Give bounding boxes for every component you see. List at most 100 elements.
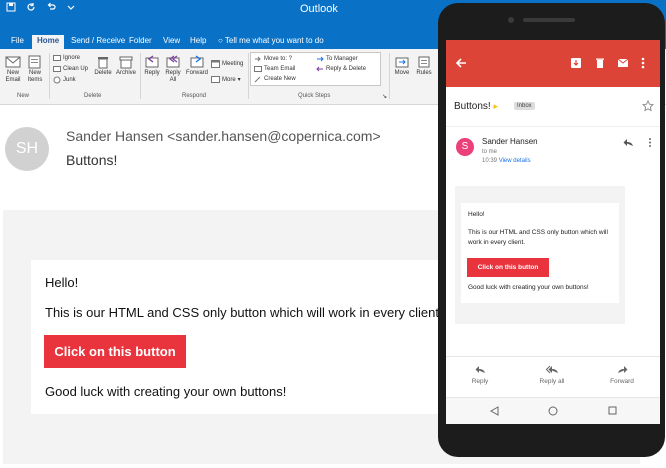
closing-text: Good luck with creating your own buttons…	[45, 384, 287, 399]
forward-icon	[190, 55, 204, 68]
junk-button[interactable]: Junk	[53, 76, 76, 84]
gmail-appbar	[446, 40, 660, 87]
rules-button[interactable]: Rules	[414, 55, 434, 77]
forward-icon	[617, 366, 627, 373]
back-arrow-icon[interactable]	[455, 57, 467, 69]
camera-icon	[508, 17, 514, 23]
reply-all-action[interactable]: Reply all	[522, 365, 582, 385]
reply-icon	[145, 55, 159, 68]
group-label-respond: Respond	[182, 93, 207, 99]
tab-home[interactable]: Home	[32, 35, 65, 49]
refresh-icon[interactable]	[24, 2, 38, 16]
divider	[446, 126, 660, 127]
archive-icon	[119, 56, 133, 69]
move-button[interactable]: Move	[392, 55, 412, 77]
email-content: Hello! This is our HTML and CSS only but…	[461, 203, 619, 303]
ribbon-divider	[248, 53, 249, 99]
trash-icon	[98, 57, 108, 69]
reply-icon	[475, 366, 485, 373]
reply-icon[interactable]	[623, 138, 634, 147]
body-text-line1: This is our HTML and CSS only button whi…	[468, 229, 608, 236]
overflow-menu-icon[interactable]	[648, 137, 652, 148]
clean-up-button[interactable]: Clean Up	[53, 65, 88, 73]
tab-folder[interactable]: Folder	[129, 36, 152, 45]
greeting-text: Hello!	[468, 211, 485, 218]
delete-button[interactable]: Delete	[93, 55, 113, 77]
quick-step-create-new[interactable]: Create New	[254, 75, 296, 83]
tab-file[interactable]: File	[11, 36, 24, 45]
group-label-new: New	[17, 93, 30, 99]
overflow-menu-icon[interactable]	[640, 57, 646, 69]
click-button[interactable]: Click on this button	[467, 258, 549, 277]
sender-address[interactable]: Sander Hansen <sander.hansen@copernica.c…	[66, 128, 381, 144]
arrow-right-icon	[317, 56, 324, 62]
tell-me-box[interactable]: ○ Tell me what you want to do	[218, 36, 324, 45]
message-time: 10:39 View details	[482, 158, 531, 164]
ribbon-divider	[389, 53, 390, 99]
save-icon[interactable]	[4, 2, 18, 16]
reply-button[interactable]: Reply	[143, 55, 161, 77]
body-text: This is our HTML and CSS only button whi…	[45, 305, 443, 320]
reply-all-icon	[166, 55, 180, 68]
message-actions: Reply Reply all Forward	[446, 356, 660, 397]
email-body-panel: Hello! This is our HTML and CSS only but…	[455, 186, 625, 324]
forward-button[interactable]: Forward	[185, 55, 209, 77]
sender-avatar: SH	[5, 127, 49, 171]
new-items-button[interactable]: New Items	[25, 55, 45, 84]
trash-icon[interactable]	[594, 57, 606, 69]
gmail-subject: Buttons! ▸	[454, 101, 499, 112]
team-email-icon	[254, 66, 262, 72]
sender-avatar: S	[456, 138, 474, 156]
reply-delete-icon	[316, 66, 323, 72]
ribbon-divider	[140, 53, 141, 99]
recents-square-icon[interactable]	[608, 406, 617, 415]
android-nav-bar	[446, 397, 660, 424]
quick-step-reply-delete[interactable]: Reply & Delete	[316, 65, 366, 73]
tab-view[interactable]: View	[163, 36, 180, 45]
window-title: Outlook	[300, 3, 338, 15]
quick-step-to-manager[interactable]: To Manager	[316, 55, 358, 63]
tell-me-text: Tell me what you want to do	[224, 36, 324, 45]
back-triangle-icon[interactable]	[490, 406, 499, 416]
forward-action[interactable]: Forward	[592, 365, 652, 385]
archive-button[interactable]: Archive	[115, 55, 137, 77]
move-icon	[395, 57, 409, 68]
archive-icon[interactable]	[570, 57, 582, 69]
tab-send-receive[interactable]: Send / Receive	[71, 36, 125, 45]
star-icon[interactable]	[642, 100, 654, 112]
quick-access-toolbar	[4, 2, 78, 16]
reply-all-button[interactable]: Reply All	[163, 55, 183, 84]
closing-text: Good luck with creating your own buttons…	[468, 284, 589, 291]
inbox-label[interactable]: Inbox	[514, 102, 535, 110]
more-button[interactable]: More ▾	[211, 75, 241, 84]
group-label-quick-steps: Quick Steps	[298, 93, 331, 99]
group-label-delete: Delete	[84, 93, 102, 99]
body-text-line2: work in every client.	[468, 239, 526, 246]
email-content: Hello! This is our HTML and CSS only but…	[31, 260, 451, 414]
meeting-button[interactable]: Meeting	[211, 59, 243, 68]
quick-step-team-email[interactable]: Team Email	[254, 65, 295, 73]
undo-icon[interactable]	[44, 2, 58, 16]
envelope-icon	[5, 56, 21, 68]
quick-step-move-to[interactable]: Move to: ?	[254, 55, 292, 63]
chevron-down-icon: ▾	[237, 77, 241, 83]
important-marker-icon[interactable]: ▸	[493, 101, 498, 111]
view-details-link[interactable]: View details	[499, 158, 531, 164]
reply-all-icon	[545, 365, 558, 374]
clean-up-icon	[53, 66, 61, 72]
dialog-launcher-icon[interactable]: ↘	[382, 93, 387, 100]
ignore-icon	[53, 55, 61, 61]
junk-icon	[53, 76, 61, 84]
ribbon-divider	[49, 53, 50, 99]
reply-action[interactable]: Reply	[450, 365, 510, 385]
more-icon	[211, 76, 220, 83]
home-circle-icon[interactable]	[548, 406, 558, 416]
phone-frame: Buttons! ▸ Inbox S Sander Hansen to me 1…	[438, 3, 665, 457]
tab-help[interactable]: Help	[190, 36, 206, 45]
mail-icon[interactable]	[617, 57, 629, 69]
new-email-button[interactable]: New Email	[3, 55, 23, 84]
dropdown-icon[interactable]	[64, 2, 78, 16]
click-button[interactable]: Click on this button	[44, 335, 186, 368]
rules-icon	[418, 56, 430, 68]
ignore-button[interactable]: Ignore	[53, 54, 80, 62]
